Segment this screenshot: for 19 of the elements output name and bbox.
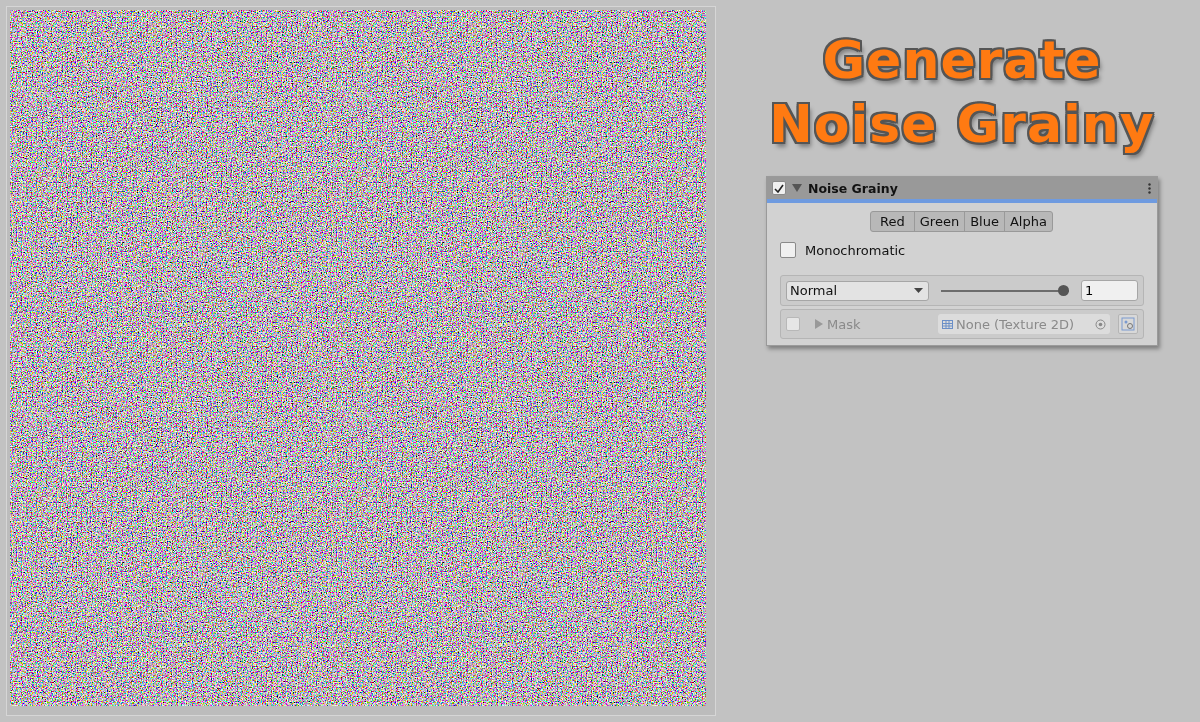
more-options-icon[interactable] [1148, 182, 1151, 194]
slider-thumb[interactable] [1058, 284, 1069, 296]
enable-checkbox[interactable] [772, 181, 786, 195]
checkmark-icon [774, 183, 784, 193]
channel-toggle[interactable]: Blue [964, 211, 1005, 232]
channel-toggle[interactable]: Green [913, 211, 966, 232]
expand-triangle-icon[interactable] [792, 183, 802, 193]
blend-mode-dropdown[interactable]: Normal [786, 280, 929, 301]
title-text: Generate Noise Grainy [769, 29, 1155, 156]
dropdown-caret-icon [914, 288, 923, 293]
monochromatic-label: Monochromatic [805, 242, 906, 258]
component-name: Noise Grainy [808, 180, 899, 196]
texture-icon [942, 319, 953, 329]
monochromatic-checkbox[interactable] [780, 242, 796, 258]
channel-toggle[interactable]: Alpha [1003, 211, 1053, 232]
channel-toggle[interactable]: Red [870, 211, 915, 232]
picker-icon [1121, 317, 1135, 331]
value-input-field[interactable]: 1 [1081, 280, 1138, 301]
mask-label: Mask [827, 316, 861, 332]
